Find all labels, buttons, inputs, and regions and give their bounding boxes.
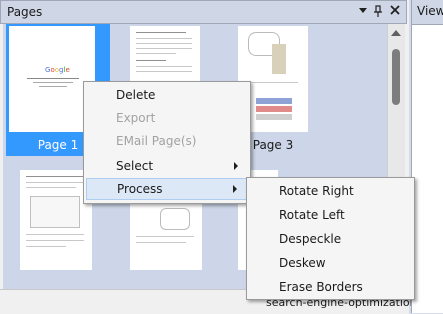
rotate-left-label: Rotate Left (279, 208, 345, 222)
deskew-label: Deskew (279, 256, 326, 270)
viewer-panel-title: Viewe (417, 4, 443, 18)
menu-item-process[interactable]: Process (86, 178, 248, 200)
menu-item-deskew[interactable]: Deskew (249, 252, 412, 274)
menu-item-email-pages[interactable]: EMail Page(s) (86, 130, 248, 152)
dropdown-icon[interactable] (356, 5, 370, 19)
menu-item-despeckle[interactable]: Despeckle (249, 228, 412, 250)
menu-item-delete[interactable]: Delete (86, 84, 248, 106)
viewer-panel: Viewe (411, 0, 443, 313)
submenu-arrow-icon (233, 185, 237, 193)
viewer-panel-header: Viewe (412, 0, 443, 25)
scroll-up-icon[interactable] (391, 30, 401, 36)
pin-icon[interactable] (371, 5, 385, 19)
menu-item-select[interactable]: Select (86, 155, 248, 177)
despeckle-label: Despeckle (279, 232, 342, 246)
chart-graphic (256, 98, 292, 104)
scrollbar-thumb[interactable] (392, 49, 400, 105)
menu-item-export-label: Export (116, 111, 156, 125)
menu-item-erase-borders[interactable]: Erase Borders (249, 276, 412, 298)
pages-panel-title: Pages (7, 5, 43, 19)
menu-item-rotate-right[interactable]: Rotate Right (249, 180, 412, 202)
close-icon[interactable] (388, 5, 402, 19)
google-logo: Google (45, 66, 70, 74)
page-2-preview (130, 26, 200, 84)
process-submenu: Rotate Right Rotate Left Despeckle Deske… (246, 177, 415, 300)
menu-item-export[interactable]: Export (86, 107, 248, 129)
erase-borders-label: Erase Borders (279, 280, 363, 294)
submenu-arrow-icon (234, 162, 238, 170)
menu-item-email-label: EMail Page(s) (116, 134, 197, 148)
context-menu: Delete Export EMail Page(s) Select Proce… (83, 81, 251, 204)
menu-item-process-label: Process (117, 182, 163, 196)
pages-panel-header: Pages (0, 0, 407, 24)
menu-item-rotate-left[interactable]: Rotate Left (249, 204, 412, 226)
rotate-right-label: Rotate Right (279, 184, 354, 198)
page-4-preview (20, 170, 92, 270)
menu-item-delete-label: Delete (116, 88, 156, 102)
figure-graphic (272, 44, 286, 74)
menu-item-select-label: Select (116, 159, 154, 173)
